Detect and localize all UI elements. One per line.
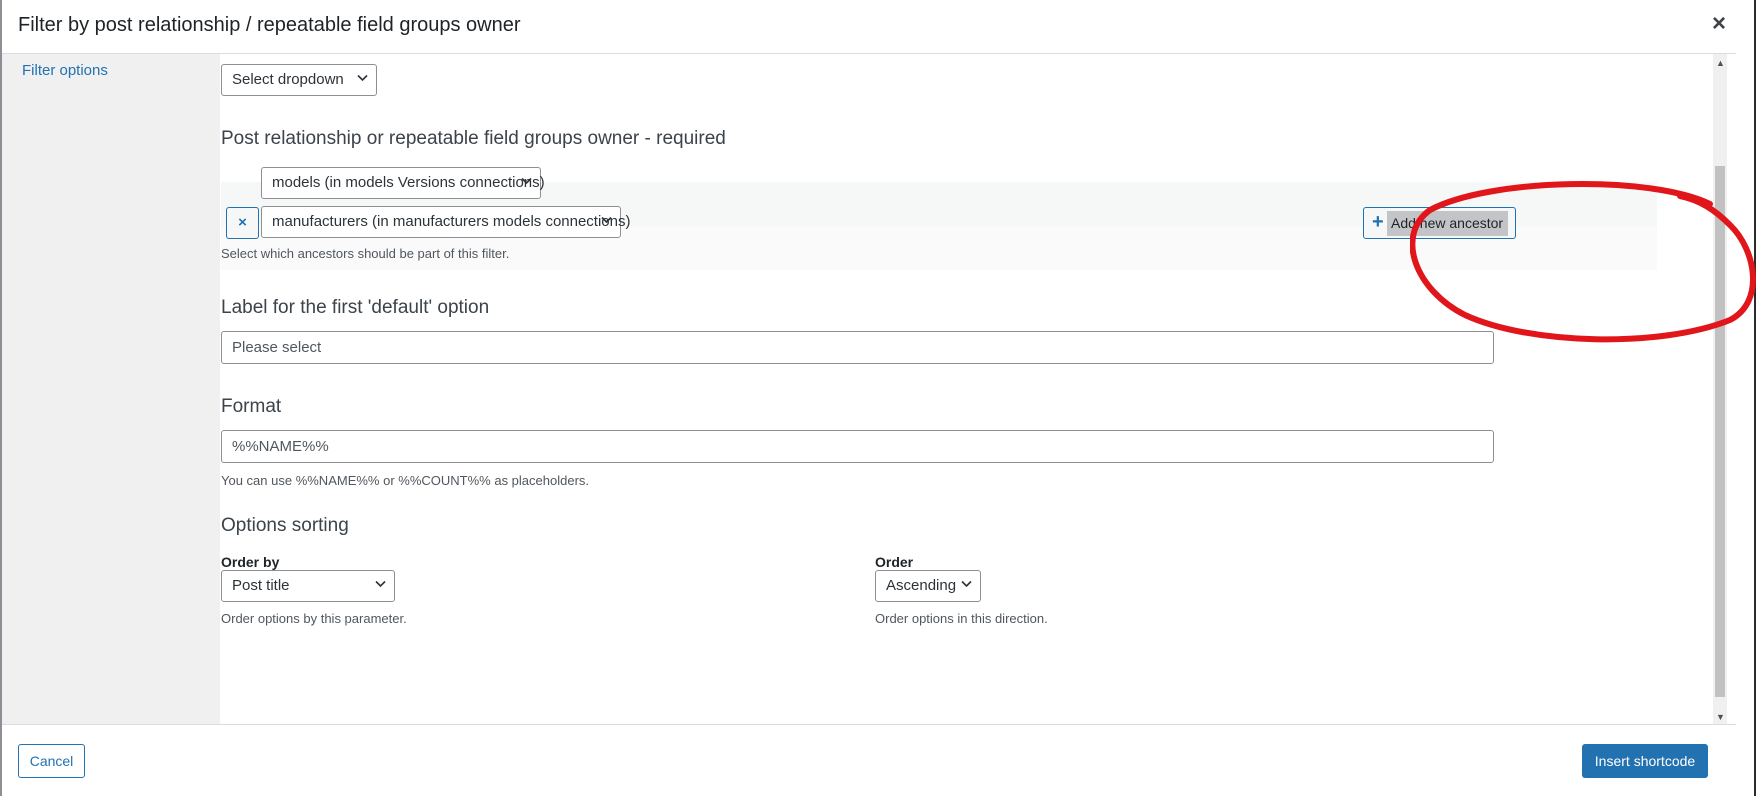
order-value: Ascending	[886, 577, 957, 594]
type-select[interactable]: Select dropdown	[221, 64, 377, 96]
scroll-up-icon[interactable]: ▲	[1716, 58, 1725, 68]
format-heading: Format	[221, 396, 282, 417]
chevron-down-icon	[357, 74, 368, 83]
plus-icon: +	[1372, 211, 1384, 233]
add-new-ancestor-label: Add new ancestor	[1387, 211, 1509, 236]
sidebar: Filter options	[2, 54, 220, 724]
order-by-helper: Order options by this parameter.	[221, 611, 407, 626]
ancestor-select-models[interactable]: models (in models Versions connections)	[261, 167, 545, 199]
chevron-down-icon	[601, 216, 612, 225]
ancestors-heading: Post relationship or repeatable field gr…	[221, 128, 726, 149]
order-by-value: Post title	[232, 577, 290, 594]
format-helper: You can use %%NAME%% or %%COUNT%% as pla…	[221, 473, 590, 488]
ancestor-select-manufacturers[interactable]: manufacturers (in manufacturers models c…	[261, 206, 631, 238]
order-by-select[interactable]: Post title	[221, 570, 395, 602]
remove-ancestor-button[interactable]: ×	[226, 207, 259, 239]
cancel-button[interactable]: Cancel	[18, 744, 85, 778]
vertical-scrollbar[interactable]: ▲ ▼	[1713, 54, 1727, 724]
modal-header: Filter by post relationship / repeatable…	[2, 0, 1736, 54]
close-icon[interactable]: ×	[1712, 12, 1726, 36]
scrollbar-thumb[interactable]	[1715, 166, 1725, 697]
modal-title: Filter by post relationship / repeatable…	[18, 14, 521, 36]
type-select-value: Select dropdown	[232, 71, 344, 88]
modal-footer: Cancel Insert shortcode	[2, 724, 1736, 796]
default-label-heading: Label for the first 'default' option	[221, 297, 490, 318]
ancestor-select-value: manufacturers (in manufacturers models c…	[272, 213, 631, 230]
ancestor-select-value: models (in models Versions connections)	[272, 174, 545, 191]
scroll-down-icon[interactable]: ▼	[1716, 712, 1725, 722]
add-new-ancestor-button[interactable]: + Add new ancestor	[1363, 207, 1516, 239]
order-label: Order	[875, 554, 914, 570]
sidebar-item-filter-options[interactable]: Filter options	[22, 62, 108, 79]
default-label-input[interactable]: Please select	[221, 331, 1494, 364]
sorting-heading: Options sorting	[221, 515, 349, 536]
ancestors-helper: Select which ancestors should be part of…	[221, 246, 510, 261]
chevron-down-icon	[961, 580, 972, 589]
modal-content: Select dropdown Post relationship or rep…	[220, 54, 1713, 724]
chevron-down-icon	[375, 580, 386, 589]
format-input[interactable]: %%NAME%%	[221, 430, 1494, 463]
insert-shortcode-button[interactable]: Insert shortcode	[1582, 744, 1708, 778]
chevron-down-icon	[521, 177, 532, 186]
order-helper: Order options in this direction.	[875, 611, 1048, 626]
order-select[interactable]: Ascending	[875, 570, 981, 602]
order-by-label: Order by	[221, 554, 280, 570]
